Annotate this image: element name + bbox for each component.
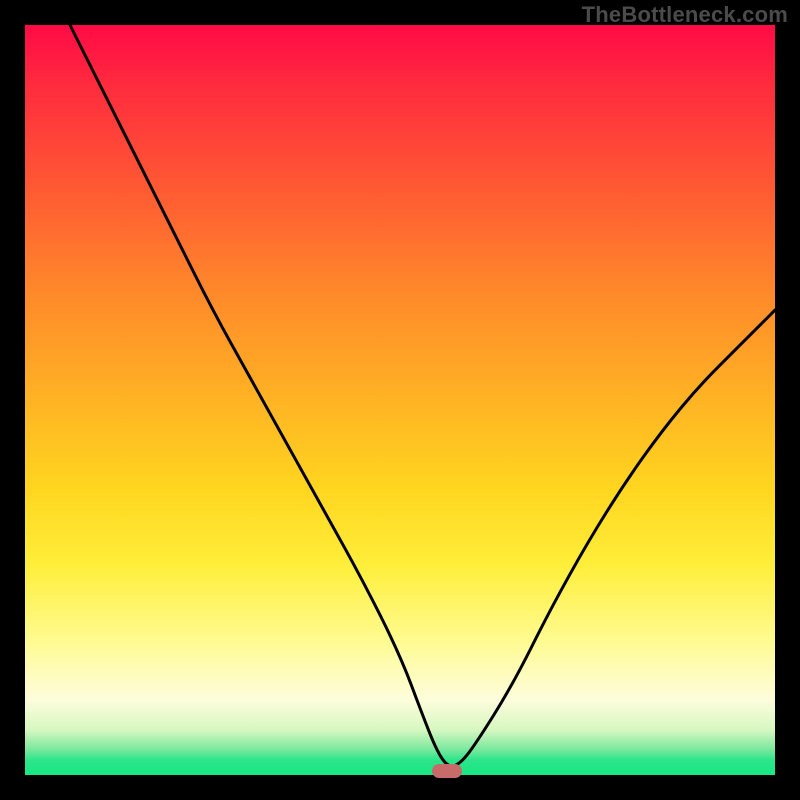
bottleneck-curve	[25, 25, 775, 775]
curve-path	[70, 25, 775, 766]
optimum-marker	[432, 764, 462, 778]
